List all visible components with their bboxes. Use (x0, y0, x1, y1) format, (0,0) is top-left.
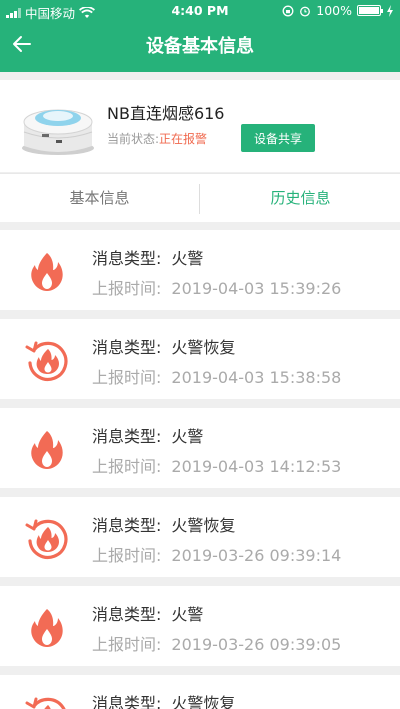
device-status: 当前状态:正在报警 (107, 130, 207, 147)
device-name: NB直连烟感616 (107, 104, 225, 123)
fire-restore-icon (25, 341, 68, 381)
report-time: 上报时间: 2019-04-03 15:39:26 (92, 279, 342, 298)
device-share-button[interactable]: 设备共享 (241, 124, 315, 152)
lock-rotation-icon (282, 5, 294, 16)
info-tabs: 基本信息 历史信息 (0, 173, 400, 222)
message-type: 消息类型: 火警 (92, 605, 204, 624)
device-card: NB直连烟感616 当前状态:正在报警 设备共享 (0, 80, 400, 172)
battery-percent: 100% (316, 3, 352, 18)
alarm-clock-icon (300, 6, 311, 17)
status-right: 100% (282, 3, 394, 18)
fire-restore-icon (25, 697, 66, 709)
header: 中国移动 4:40 PM 100% 设备基本信息 (0, 0, 400, 72)
tab-divider (199, 184, 200, 214)
list-item[interactable]: 消息类型: 火警恢复 上报时间: 2019-03-26 09:39:14 (0, 497, 400, 577)
list-item[interactable]: 消息类型: 火警恢复 上报时间: 2019-04-03 15:38:58 (0, 319, 400, 399)
nav-bar: 设备基本信息 (0, 22, 400, 66)
fire-icon (31, 609, 63, 647)
list-item[interactable]: 消息类型: 火警 上报时间: 2019-04-03 15:39:26 (0, 230, 400, 310)
report-time: 上报时间: 2019-04-03 15:38:58 (92, 368, 342, 387)
message-type: 消息类型: 火警 (92, 427, 204, 446)
report-time: 上报时间: 2019-04-03 14:12:53 (92, 457, 342, 476)
status-label: 当前状态: (107, 132, 160, 146)
battery-icon (357, 5, 383, 16)
fire-icon (31, 431, 63, 469)
report-time: 上报时间: 2019-03-26 09:39:05 (92, 635, 342, 654)
message-type: 消息类型: 火警 (92, 249, 204, 268)
status-value: 正在报警 (159, 132, 208, 146)
report-time: 上报时间: 2019-03-26 09:39:14 (92, 546, 342, 565)
list-item[interactable]: 消息类型: 火警恢复 (0, 675, 400, 709)
fire-icon (31, 253, 63, 291)
tab-history-info[interactable]: 历史信息 (201, 174, 400, 222)
page-title: 设备基本信息 (146, 36, 254, 57)
fire-restore-icon (25, 519, 68, 559)
status-bar: 中国移动 4:40 PM 100% (0, 0, 400, 22)
list-item[interactable]: 消息类型: 火警 上报时间: 2019-03-26 09:39:05 (0, 586, 400, 666)
list-item[interactable]: 消息类型: 火警 上报时间: 2019-04-03 14:12:53 (0, 408, 400, 488)
message-type: 消息类型: 火警恢复 (92, 516, 236, 535)
message-type: 消息类型: 火警恢复 (92, 338, 236, 357)
smoke-detector-image (22, 109, 94, 155)
message-type: 消息类型: 火警恢复 (92, 694, 236, 709)
charging-icon (387, 4, 393, 17)
tab-basic-info[interactable]: 基本信息 (0, 174, 199, 222)
